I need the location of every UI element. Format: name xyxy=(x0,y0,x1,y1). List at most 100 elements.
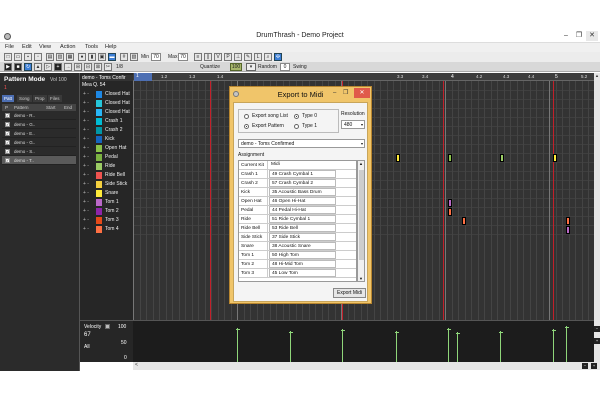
track-row[interactable]: + - Tom 1 xyxy=(80,198,133,207)
min-spinner[interactable]: 70 xyxy=(151,53,161,61)
velocity-bar[interactable] xyxy=(342,329,343,362)
pattern-checkbox[interactable]: ✓ xyxy=(5,140,10,145)
chart-icon[interactable]: ▧ xyxy=(130,53,138,61)
list-icon[interactable]: ≡ xyxy=(194,53,202,61)
drum-note[interactable] xyxy=(553,154,557,162)
align-icon[interactable]: ⊞ xyxy=(74,63,82,71)
expand-icon[interactable]: + - xyxy=(83,208,89,214)
forward-icon[interactable]: → xyxy=(64,63,72,71)
track-row[interactable]: + - Tom 4 xyxy=(80,225,133,234)
track-color-swatch[interactable] xyxy=(96,145,102,152)
expand-icon[interactable]: + - xyxy=(83,217,89,223)
track-row[interactable]: + - Crash 1 xyxy=(80,117,133,126)
midi-note-select[interactable]: 37 Side Stick▾ xyxy=(269,233,336,241)
paste-icon[interactable]: ▦ xyxy=(66,53,74,61)
track-color-swatch[interactable] xyxy=(96,100,102,107)
velocity-lane[interactable] xyxy=(133,320,594,362)
track-row[interactable]: + - Pedal xyxy=(80,153,133,162)
expand-icon[interactable]: + - xyxy=(83,118,89,124)
expand-icon[interactable]: + - xyxy=(83,100,89,106)
max-spinner[interactable]: 70 xyxy=(178,53,188,61)
velocity-bar[interactable] xyxy=(566,326,567,362)
zoom-icon[interactable]: ⌕ xyxy=(264,53,272,61)
split-h-icon[interactable]: ⊠ xyxy=(94,63,102,71)
expand-icon[interactable]: + - xyxy=(83,190,89,196)
scroll-up-icon[interactable]: ▲ xyxy=(594,73,600,79)
expand-icon[interactable]: + - xyxy=(83,91,89,97)
pattern-checkbox[interactable]: ✓ xyxy=(5,122,10,127)
save-as-icon[interactable]: ▫ xyxy=(34,53,42,61)
velocity-toggle[interactable] xyxy=(105,324,110,329)
record-icon[interactable]: ● xyxy=(78,53,86,61)
grid-icon[interactable]: # xyxy=(120,53,128,61)
midi-note-select[interactable]: 38 Acoustic Snare▾ xyxy=(269,242,336,250)
track-color-swatch[interactable] xyxy=(96,163,102,170)
drum-note[interactable] xyxy=(448,154,452,162)
track-color-swatch[interactable] xyxy=(96,127,102,134)
monitor-icon[interactable]: ▬ xyxy=(108,53,116,61)
drum-note[interactable] xyxy=(566,226,570,234)
timeline-ruler[interactable]: 1 1.2 1.3 1.4 3.3 3.4 4 4.2 4.3 4.4 5 5.2 xyxy=(133,73,594,81)
random-spinner[interactable]: 0 xyxy=(280,63,290,71)
midi-note-select[interactable]: 46 Open Hi-Hat▾ xyxy=(269,197,336,205)
menu-edit[interactable]: Edit xyxy=(22,44,32,50)
track-color-swatch[interactable] xyxy=(96,199,102,206)
expand-icon[interactable]: + - xyxy=(83,163,89,169)
split-icon[interactable]: ⊥ xyxy=(234,53,242,61)
vertical-scrollbar[interactable]: ▲ xyxy=(594,73,600,320)
type-0-label[interactable]: Type 0 xyxy=(302,113,317,119)
menu-help[interactable]: Help xyxy=(105,44,117,50)
midi-note-select[interactable]: 48 Hi-Mid Tom▾ xyxy=(269,260,336,268)
swing-label[interactable]: Swing xyxy=(293,64,307,70)
velocity-bar[interactable] xyxy=(500,331,501,362)
drum-note[interactable] xyxy=(396,154,400,162)
track-row[interactable]: + - Tom 3 xyxy=(80,216,133,225)
save-icon[interactable]: ▪ xyxy=(24,53,32,61)
track-row[interactable]: + - Tom 2 xyxy=(80,207,133,216)
velocity-bar[interactable] xyxy=(448,328,449,362)
midi-note-select[interactable]: 51 Ride Cymbal 1▾ xyxy=(269,215,336,223)
track-row[interactable]: + - Ride xyxy=(80,162,133,171)
velocity-all[interactable]: All xyxy=(84,344,90,350)
track-color-swatch[interactable] xyxy=(96,226,102,233)
pattern-row[interactable]: ✓ demo - G.. xyxy=(2,120,76,129)
track-color-swatch[interactable] xyxy=(96,190,102,197)
menu-tools[interactable]: Tools xyxy=(85,44,98,50)
radio-type-0[interactable] xyxy=(294,114,299,119)
zoom-in-h-icon[interactable]: + xyxy=(591,363,597,369)
track-row[interactable]: + - Kick xyxy=(80,135,133,144)
midi-note-select[interactable]: 50 High Tom▾ xyxy=(269,251,336,259)
radio-type-1[interactable] xyxy=(294,124,299,129)
quantize-spinner[interactable]: 100 xyxy=(230,63,242,71)
scroll-down-icon[interactable]: ▼ xyxy=(358,276,364,281)
open-icon[interactable]: ▭ xyxy=(14,53,22,61)
piano-icon[interactable]: ▮ xyxy=(88,53,96,61)
loop-icon[interactable]: ↻ xyxy=(24,63,32,71)
close-button[interactable]: ✕ xyxy=(586,31,598,41)
bars-icon[interactable]: ∥ xyxy=(204,53,212,61)
horizontal-scrollbar[interactable]: < − + xyxy=(133,362,600,370)
pattern-row[interactable]: ✓ demo - E.. xyxy=(2,129,76,138)
random-toggle[interactable]: ▾ xyxy=(246,63,256,71)
dialog-minimize-button[interactable]: – xyxy=(333,90,336,96)
dialog-close-button[interactable]: ✕ xyxy=(354,88,370,98)
dialog-title-bar[interactable]: Export to Midi – ❐ ✕ xyxy=(230,87,371,102)
midi-note-select[interactable]: 44 Pedal Hi-Hat▾ xyxy=(269,206,336,214)
zoom-out-icon[interactable]: − xyxy=(594,326,600,332)
track-row[interactable]: + - Side Stick xyxy=(80,180,133,189)
track-color-swatch[interactable] xyxy=(96,136,102,143)
expand-icon[interactable]: + - xyxy=(83,172,89,178)
track-row[interactable]: + - Closed Hat xyxy=(80,108,133,117)
tab-files[interactable]: Files xyxy=(48,95,62,102)
pattern-checkbox[interactable]: ✓ xyxy=(5,131,10,136)
eraser-icon[interactable]: L xyxy=(254,53,262,61)
track-color-swatch[interactable] xyxy=(96,181,102,188)
expand-icon[interactable]: + - xyxy=(83,181,89,187)
copy-icon[interactable]: ▥ xyxy=(56,53,64,61)
velocity-bar[interactable] xyxy=(237,328,238,362)
cut-icon[interactable]: ✂ xyxy=(104,63,112,71)
pattern-select[interactable]: demo - Toms Confirmed ▾ xyxy=(238,139,365,148)
track-color-swatch[interactable] xyxy=(96,217,102,224)
track-color-swatch[interactable] xyxy=(96,118,102,125)
tab-prop[interactable]: Prop xyxy=(33,95,47,102)
